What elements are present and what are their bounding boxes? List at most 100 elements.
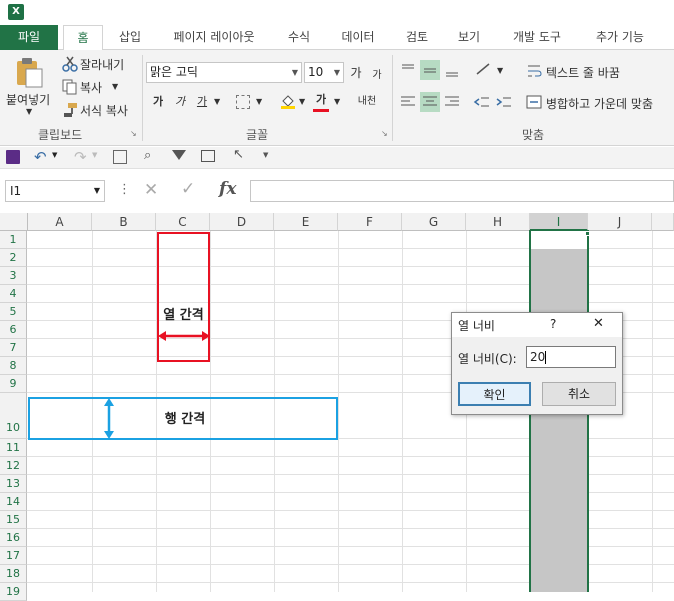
row-header[interactable]: 7 — [0, 339, 27, 357]
italic-button[interactable]: 가 — [172, 92, 188, 112]
confirm-entry-icon[interactable]: ✓ — [181, 179, 195, 199]
select-pointer-icon[interactable]: ↖ — [233, 147, 244, 162]
selected-column-range[interactable] — [531, 249, 587, 592]
zoom-icon[interactable]: ⌕ — [144, 148, 151, 163]
tab-data[interactable]: 데이터 — [330, 25, 386, 50]
row-header[interactable]: 16 — [0, 529, 27, 547]
font-name-combo[interactable]: 맑은 고딕 ▼ — [146, 62, 302, 83]
row-header[interactable]: 12 — [0, 457, 27, 475]
decrease-indent-icon[interactable] — [472, 92, 492, 112]
ok-button[interactable]: 확인 — [458, 382, 531, 406]
save-icon[interactable] — [6, 150, 20, 164]
redo-dropdown-icon[interactable]: ▼ — [92, 151, 97, 159]
customize-qat-icon[interactable]: ▼ — [263, 151, 268, 159]
filter-icon[interactable] — [172, 150, 186, 160]
bold-button[interactable]: 가 — [150, 92, 166, 112]
column-header-d[interactable]: D — [210, 213, 274, 231]
column-header-h[interactable]: H — [466, 213, 530, 231]
cancel-entry-icon[interactable]: ✕ — [144, 180, 158, 200]
column-header-f[interactable]: F — [338, 213, 402, 231]
form-icon[interactable] — [201, 150, 215, 162]
cut-button[interactable]: 잘라내기 — [80, 56, 124, 73]
redo-icon[interactable]: ↷ — [74, 148, 87, 166]
borders-icon[interactable] — [236, 95, 250, 109]
align-left-icon[interactable] — [398, 92, 418, 112]
column-width-input[interactable]: 20 — [526, 346, 616, 368]
align-middle-icon[interactable] — [420, 60, 440, 80]
tab-view[interactable]: 보기 — [448, 25, 490, 50]
fill-color-icon[interactable] — [280, 93, 296, 109]
formula-input[interactable] — [250, 180, 674, 202]
clipboard-launcher-icon[interactable]: ↘ — [130, 129, 137, 138]
row-header[interactable]: 10 — [0, 393, 27, 439]
help-button[interactable]: ? — [550, 317, 556, 331]
row-header[interactable]: 8 — [0, 357, 27, 375]
row-header[interactable]: 13 — [0, 475, 27, 493]
paste-dropdown-icon[interactable]: ▼ — [26, 107, 32, 116]
tab-home[interactable]: 홈 — [63, 25, 103, 51]
underline-dropdown-icon[interactable]: ▼ — [214, 97, 220, 106]
row-header[interactable]: 15 — [0, 511, 27, 529]
fill-handle[interactable] — [585, 231, 590, 236]
column-header-i[interactable]: I — [530, 213, 588, 231]
row-header[interactable]: 14 — [0, 493, 27, 511]
font-color-dropdown-icon[interactable]: ▼ — [334, 97, 340, 106]
tab-add-ins[interactable]: 추가 기능 — [584, 25, 656, 50]
row-header[interactable]: 4 — [0, 285, 27, 303]
row-header[interactable]: 1 — [0, 231, 27, 249]
font-size-combo[interactable]: 10 ▼ — [304, 62, 344, 83]
close-icon[interactable]: ✕ — [593, 316, 604, 331]
phonetic-button[interactable]: 내천 — [357, 92, 377, 112]
increase-indent-icon[interactable] — [494, 92, 514, 112]
align-top-icon[interactable] — [398, 60, 418, 80]
column-header-j[interactable]: J — [588, 213, 652, 231]
paste-icon[interactable] — [14, 57, 44, 89]
row-header[interactable]: 11 — [0, 439, 27, 457]
cancel-button[interactable]: 취소 — [542, 382, 616, 406]
undo-dropdown-icon[interactable]: ▼ — [52, 151, 57, 159]
undo-icon[interactable]: ↶ — [34, 148, 47, 166]
wrap-text-button[interactable]: 텍스트 줄 바꿈 — [546, 64, 620, 81]
name-box[interactable]: I1 ▼ — [5, 180, 105, 202]
row-header[interactable]: 19 — [0, 583, 27, 601]
orientation-dropdown-icon[interactable]: ▼ — [497, 66, 503, 75]
column-header-a[interactable]: A — [28, 213, 92, 231]
tab-developer[interactable]: 개발 도구 — [500, 25, 574, 50]
underline-button[interactable]: 가 — [194, 92, 210, 112]
merge-center-button[interactable]: 병합하고 가운데 맞춤 — [546, 95, 653, 112]
row-header[interactable]: 5 — [0, 303, 27, 321]
tab-review[interactable]: 검토 — [396, 25, 438, 50]
row-header[interactable]: 18 — [0, 565, 27, 583]
tab-file[interactable]: 파일 — [0, 25, 58, 50]
shrink-font-button[interactable]: 가 — [370, 66, 384, 86]
copy-button[interactable]: 복사 — [80, 79, 102, 96]
row-header[interactable]: 2 — [0, 249, 27, 267]
align-bottom-icon[interactable] — [442, 60, 462, 80]
align-center-icon[interactable] — [420, 92, 440, 112]
font-color-button[interactable]: 가 — [313, 90, 329, 110]
tab-formulas[interactable]: 수식 — [278, 25, 320, 50]
column-header-c[interactable]: C — [156, 213, 210, 231]
copy-dropdown-icon[interactable]: ▼ — [112, 82, 118, 91]
paste-button[interactable]: 붙여넣기 — [6, 91, 50, 108]
row-header[interactable]: 17 — [0, 547, 27, 565]
row-header[interactable]: 3 — [0, 267, 27, 285]
format-painter-button[interactable]: 서식 복사 — [80, 102, 128, 119]
column-header-b[interactable]: B — [92, 213, 156, 231]
column-header-e[interactable]: E — [274, 213, 338, 231]
orientation-icon[interactable] — [474, 60, 494, 80]
align-right-icon[interactable] — [442, 92, 462, 112]
column-header-g[interactable]: G — [402, 213, 466, 231]
tab-page-layout[interactable]: 페이지 레이아웃 — [160, 25, 268, 50]
grow-font-button[interactable]: 가 — [348, 63, 364, 83]
fill-color-dropdown-icon[interactable]: ▼ — [299, 97, 305, 106]
row-header[interactable]: 6 — [0, 321, 27, 339]
font-launcher-icon[interactable]: ↘ — [381, 129, 388, 138]
insert-function-icon[interactable]: fx — [219, 179, 236, 199]
borders-dropdown-icon[interactable]: ▼ — [256, 97, 262, 106]
active-cell-i1[interactable] — [531, 231, 587, 249]
tab-insert[interactable]: 삽입 — [110, 25, 150, 50]
print-preview-icon[interactable] — [113, 150, 127, 164]
row-header[interactable]: 9 — [0, 375, 27, 393]
select-all-corner[interactable] — [0, 213, 28, 231]
